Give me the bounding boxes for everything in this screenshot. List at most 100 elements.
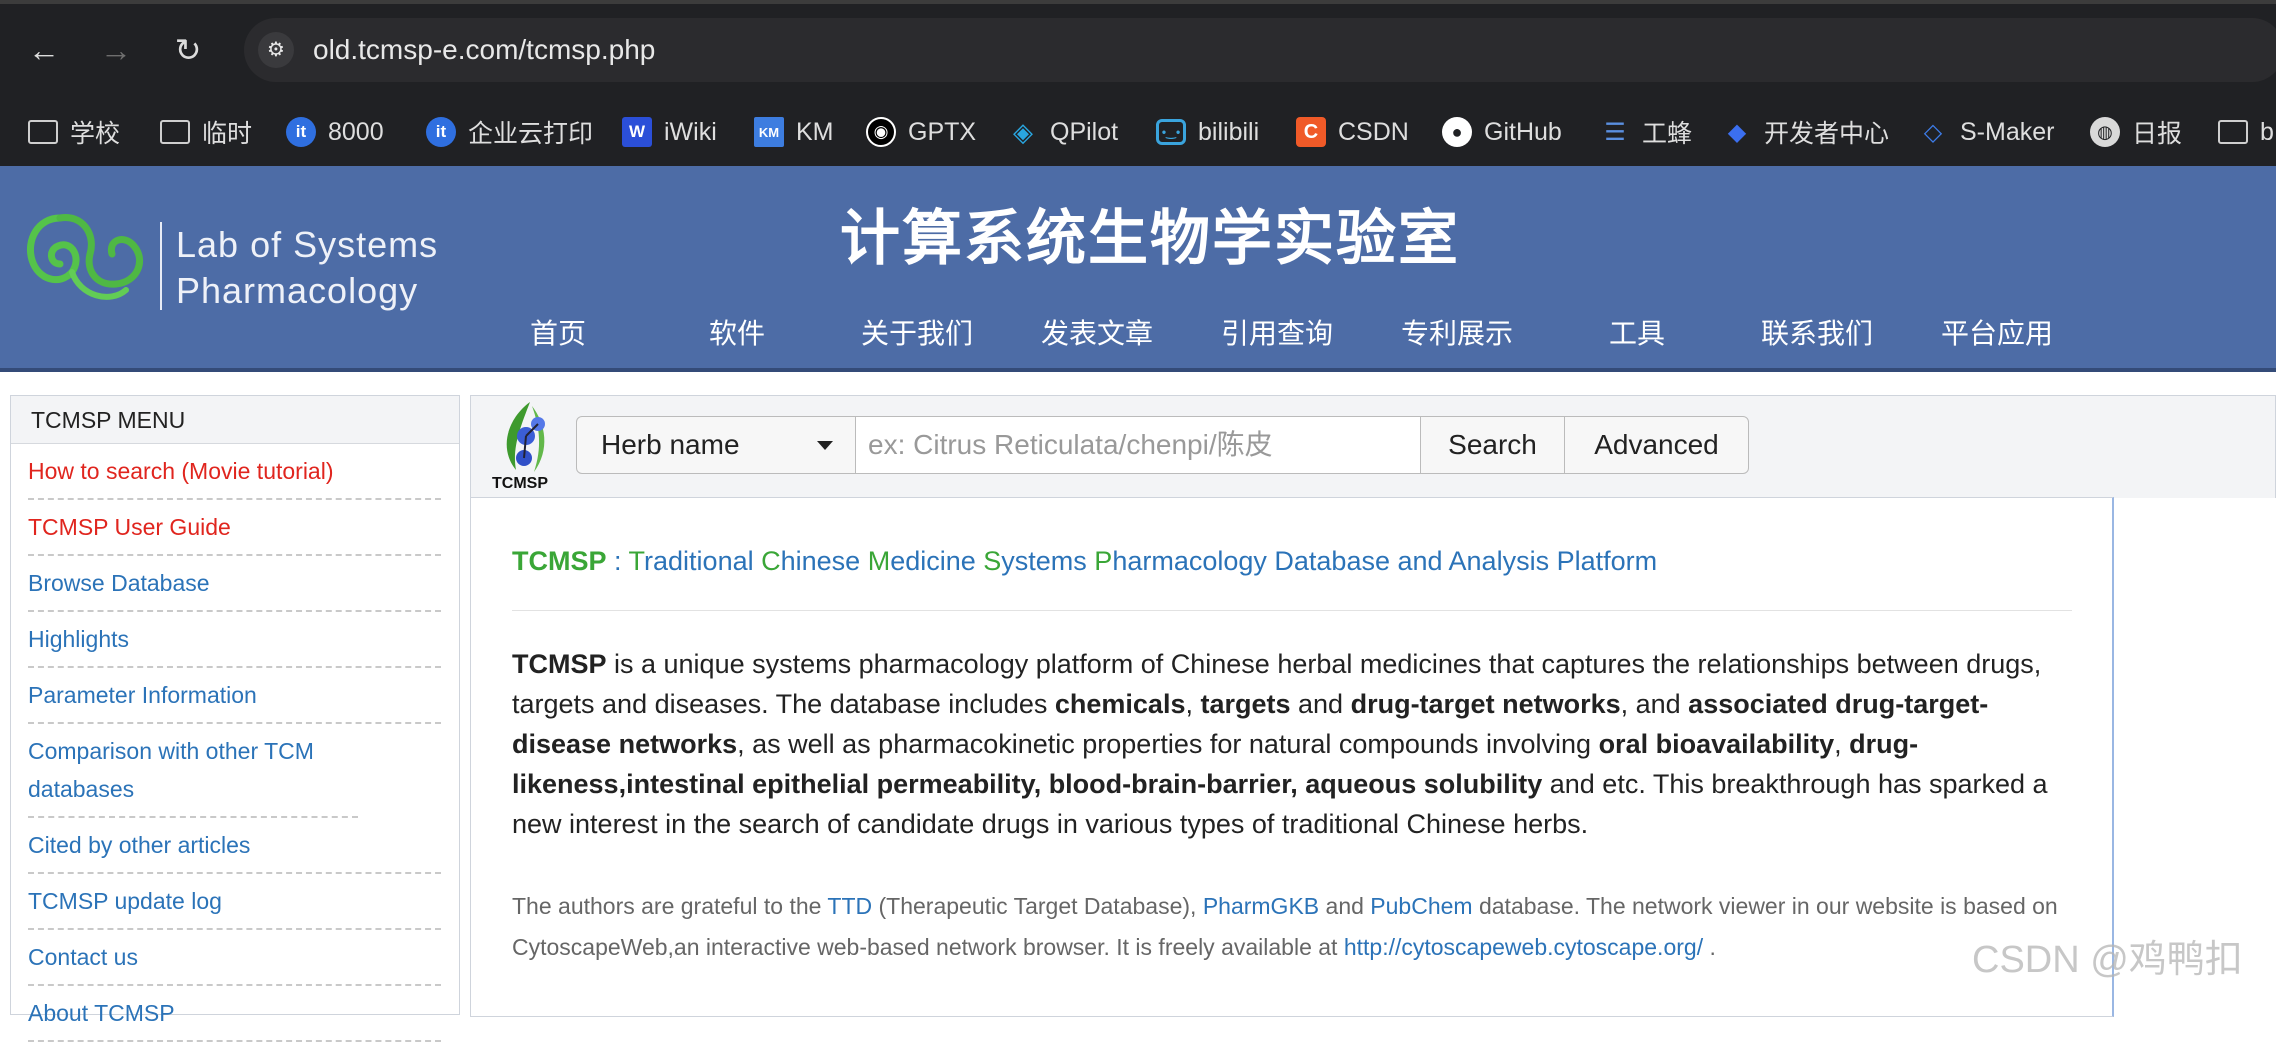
- bili-icon: •‿•: [1156, 119, 1186, 145]
- tcmsp-menu: TCMSP MENU How to search (Movie tutorial…: [10, 395, 460, 1042]
- nav-item-0[interactable]: 首页: [530, 312, 586, 352]
- top-navigation: 首页 软件 关于我们 发表文章 引用查询 专利展示 工具 联系我们 平台应用: [0, 312, 2276, 362]
- folder-icon: [2218, 120, 2248, 144]
- search-button[interactable]: Search: [1420, 416, 1565, 474]
- paragraph-text: ,: [1834, 729, 1850, 759]
- search-input[interactable]: ex: Citrus Reticulata/chenpi/陈皮: [855, 416, 1421, 474]
- sidebar-item[interactable]: Comparison with other TCM databases: [28, 724, 358, 818]
- paragraph-text: ,: [1185, 689, 1201, 719]
- url-text[interactable]: old.tcmsp-e.com/tcmsp.php: [313, 30, 655, 70]
- nav-item-3[interactable]: 发表文章: [1041, 312, 1153, 352]
- ack-text: The authors are grateful to the: [512, 893, 828, 919]
- search-type-select[interactable]: Herb name: [576, 416, 856, 474]
- qp-icon: ◈: [1013, 116, 1033, 147]
- title-initial: C: [761, 546, 781, 576]
- forward-button[interactable]: →: [94, 28, 138, 72]
- sidebar-item[interactable]: TCMSP User Guide: [28, 500, 441, 556]
- bookmark-item[interactable]: ☰ 工蜂: [1600, 110, 1692, 154]
- bookmark-label: 企业云打印: [468, 120, 594, 148]
- ack-link[interactable]: http://cytoscapeweb.cytoscape.org/: [1344, 934, 1703, 960]
- content-title: TCMSP : Traditional Chinese Medicine Sys…: [512, 546, 1657, 577]
- bookmark-label: CSDN: [1338, 117, 1409, 146]
- bold-term: drug-target networks: [1350, 689, 1621, 719]
- bookmark-label: bilibili: [1198, 117, 1260, 146]
- sidebar-menu-list: How to search (Movie tutorial) TCMSP User…: [11, 444, 459, 1042]
- bookmark-item[interactable]: KM KM: [754, 110, 834, 154]
- sidebar-heading: TCMSP MENU: [11, 396, 459, 444]
- it-icon: it: [426, 117, 456, 147]
- title-brand: TCMSP: [512, 546, 607, 576]
- bookmark-label: S-Maker: [1960, 117, 2055, 146]
- back-button[interactable]: ←: [22, 28, 66, 72]
- csdn-watermark: CSDN @鸡鸭扣: [1972, 939, 2243, 981]
- bookmark-item[interactable]: C CSDN: [1296, 110, 1409, 154]
- nav-item-4[interactable]: 引用查询: [1221, 312, 1333, 352]
- sidebar-item[interactable]: Contact us: [28, 930, 441, 986]
- title-word: raditional: [644, 546, 762, 576]
- dev-icon: ◆: [1727, 118, 1747, 146]
- bold-term: TCMSP: [512, 649, 607, 679]
- bookmark-label: GPTX: [908, 117, 977, 146]
- nav-item-5[interactable]: 专利展示: [1401, 312, 1513, 352]
- acknowledgement-paragraph: The authors are grateful to the TTD (The…: [512, 886, 2072, 968]
- sidebar-item[interactable]: How to search (Movie tutorial): [28, 444, 441, 500]
- title-initial: T: [628, 546, 645, 576]
- bookmarks-bar: 学校 临时 it 8000 it 企业云打印 WiWiki KM KM ◉ GPTX ◈ QPilot •…: [0, 98, 2276, 166]
- gptx-icon: ◉: [866, 117, 896, 147]
- nav-item-1[interactable]: 软件: [709, 312, 765, 352]
- title-word: harmacology Database and Analysis Platfo…: [1112, 546, 1658, 576]
- reload-button[interactable]: ↻: [166, 28, 210, 72]
- sidebar-item[interactable]: TCMSP update log: [28, 874, 441, 930]
- paragraph-text: , as well as pharmacokinetic properties …: [737, 729, 1599, 759]
- advanced-search-button[interactable]: Advanced: [1564, 416, 1749, 474]
- content-divider: [512, 610, 2072, 611]
- bookmark-item[interactable]: ◇ S-Maker: [1918, 110, 2055, 154]
- sidebar-item[interactable]: Browse Database: [28, 556, 441, 612]
- paragraph-text: and: [1290, 689, 1351, 719]
- bookmark-item[interactable]: ◉ GPTX: [866, 110, 976, 154]
- bookmark-label: b: [2260, 117, 2274, 146]
- nav-item-8[interactable]: 平台应用: [1941, 312, 2053, 352]
- sm-icon: ◇: [1923, 118, 1943, 146]
- bookmark-label: 8000: [328, 117, 384, 146]
- site-settings-icon[interactable]: ⚙: [258, 32, 294, 68]
- bookmark-item[interactable]: it 企业云打印: [426, 110, 593, 154]
- bookmark-label: QPilot: [1050, 117, 1119, 146]
- bold-term: oral bioavailability: [1598, 729, 1835, 759]
- sidebar-item[interactable]: About TCMSP: [28, 986, 441, 1042]
- ack-link[interactable]: TTD: [827, 893, 872, 919]
- bookmark-label: KM: [796, 117, 834, 146]
- bookmark-label: 开发者中心: [1764, 120, 1890, 148]
- nav-item-2[interactable]: 关于我们: [861, 312, 973, 352]
- bookmark-item[interactable]: 学校: [28, 110, 120, 154]
- bookmark-item[interactable]: ◍ 日报: [2090, 110, 2182, 154]
- bookmark-item[interactable]: ◆ 开发者中心: [1722, 110, 1889, 154]
- bookmark-item[interactable]: •‿• bilibili: [1156, 110, 1259, 154]
- ack-text: and: [1319, 893, 1371, 919]
- sidebar-item[interactable]: Parameter Information: [28, 668, 441, 724]
- nav-item-7[interactable]: 联系我们: [1761, 312, 1873, 352]
- csdn-icon: C: [1296, 117, 1326, 147]
- tcmsp-logo-icon[interactable]: TCMSP: [490, 396, 570, 492]
- folder-icon: [160, 120, 190, 144]
- bookmark-label: 日报: [2132, 120, 2183, 148]
- gf-icon: ☰: [1604, 118, 1626, 146]
- bookmark-item[interactable]: WiWiki: [622, 110, 717, 154]
- bookmark-item[interactable]: ● GitHub: [1442, 110, 1562, 154]
- bookmark-item[interactable]: it 8000: [286, 110, 384, 154]
- ack-link[interactable]: PubChem: [1370, 893, 1472, 919]
- bold-term: targets: [1200, 689, 1291, 719]
- bold-term: chemicals: [1054, 689, 1186, 719]
- sidebar-item[interactable]: Cited by other articles: [28, 818, 441, 874]
- nav-item-6[interactable]: 工具: [1609, 312, 1665, 352]
- tcmsp-logo-text: TCMSP: [492, 475, 548, 492]
- paragraph-text: , and: [1620, 689, 1689, 719]
- bookmark-item[interactable]: 临时: [160, 110, 252, 154]
- title-word: hinese: [780, 546, 868, 576]
- ack-link[interactable]: PharmGKB: [1203, 893, 1319, 919]
- sidebar-item[interactable]: Highlights: [28, 612, 441, 668]
- search-type-value: Herb name: [601, 429, 740, 460]
- bookmark-item[interactable]: ◈ QPilot: [1008, 110, 1118, 154]
- bookmark-item[interactable]: b: [2218, 110, 2274, 154]
- title-separator: :: [606, 546, 629, 576]
